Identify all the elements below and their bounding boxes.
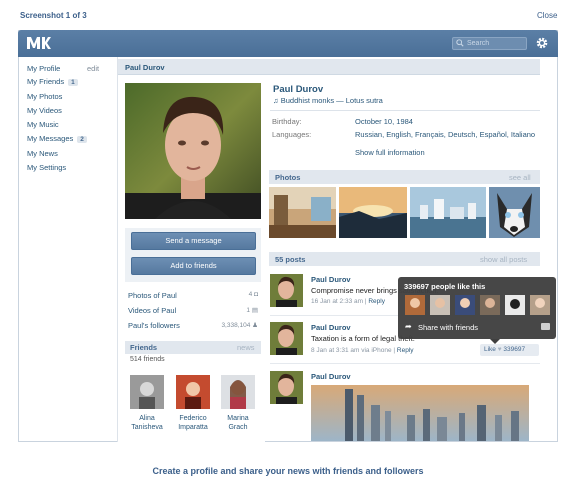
liker-avatar[interactable]	[430, 295, 450, 315]
photos-of-paul-link[interactable]: Photos of Paul 4 ◘	[128, 291, 258, 300]
footer-tagline: Create a profile and share your news wit…	[152, 466, 424, 476]
posts-heading[interactable]: 55 posts	[275, 255, 305, 264]
nav-my-news[interactable]: My News	[27, 149, 58, 158]
nav-my-photos[interactable]: My Photos	[27, 92, 62, 101]
friends-count: 514 friends	[130, 356, 165, 363]
photos-section-header	[269, 170, 540, 184]
photo-thumbnail[interactable]	[269, 187, 336, 238]
messages-badge: 2	[77, 136, 87, 143]
nav-my-settings[interactable]: My Settings	[27, 163, 66, 172]
music-note-icon: ♫	[273, 96, 279, 105]
nav-my-videos[interactable]: My Videos	[27, 106, 62, 115]
post-author-avatar[interactable]	[270, 322, 303, 355]
followers-link[interactable]: Paul's followers 3,338,104 ♟	[128, 321, 258, 330]
show-full-info-link[interactable]: Show full information	[355, 148, 425, 157]
friends-news-link[interactable]: news	[237, 343, 255, 352]
nav-my-profile[interactable]: My Profile	[27, 64, 60, 73]
photos-count: 4 ◘	[248, 291, 258, 298]
post-meta: 8 Jan at 3:31 am via iPhone | Reply	[311, 347, 414, 354]
friend-avatar[interactable]	[176, 375, 210, 409]
nav-edit-link[interactable]: edit	[87, 64, 99, 73]
friend-name[interactable]: Alina Tanisheva	[122, 414, 172, 432]
popup-pointer	[490, 339, 500, 344]
camera-icon: ◘	[254, 291, 258, 298]
profile-header-bar	[266, 59, 540, 75]
profile-name: Paul Durov	[273, 84, 324, 95]
photos-see-all-link[interactable]: see all	[509, 173, 531, 182]
birthday-label: Birthday:	[272, 117, 302, 126]
share-with-friends-link[interactable]: Share with friends	[418, 323, 478, 332]
post-author-avatar[interactable]	[270, 371, 303, 404]
show-all-posts-link[interactable]: show all posts	[480, 255, 527, 264]
videos-of-paul-link[interactable]: Videos of Paul 1 ▤	[128, 306, 258, 315]
likes-popup-title[interactable]: 339697 people like this	[404, 282, 485, 291]
profile-photo[interactable]	[125, 83, 261, 219]
nav-my-messages[interactable]: My Messages 2	[27, 134, 87, 143]
divider	[270, 110, 540, 111]
friend-avatar[interactable]	[221, 375, 255, 409]
screenshot-counter: Screenshot 1 of 3	[20, 11, 87, 20]
photo-thumbnail[interactable]	[410, 187, 486, 238]
reply-link[interactable]: Reply	[397, 347, 414, 354]
people-icon: ♟	[252, 322, 258, 329]
profile-status[interactable]: ♫ Buddhist monks — Lotus sutra	[273, 96, 383, 105]
heart-icon: ♥	[497, 346, 502, 353]
followers-count: 3,338,104 ♟	[221, 322, 258, 329]
add-to-friends-button[interactable]: Add to friends	[131, 257, 256, 275]
gear-icon[interactable]	[535, 36, 549, 50]
post-photo[interactable]	[311, 385, 529, 441]
reply-link[interactable]: Reply	[368, 298, 385, 305]
close-link[interactable]: Close	[537, 11, 557, 20]
divider	[270, 363, 540, 364]
friends-badge: 1	[68, 79, 78, 86]
comment-icon	[541, 323, 550, 330]
nav-my-friends[interactable]: My Friends 1	[27, 77, 78, 86]
share-icon: ➦	[405, 322, 412, 331]
photo-thumbnail[interactable]	[489, 187, 540, 238]
photo-thumbnail[interactable]	[339, 187, 407, 238]
liker-avatar[interactable]	[405, 295, 425, 315]
videos-count: 1 ▤	[246, 307, 258, 314]
film-icon: ▤	[251, 307, 258, 314]
post-meta: 16 Jan at 2:33 am | Reply	[311, 298, 385, 305]
liker-avatar[interactable]	[480, 295, 500, 315]
vk-logo-icon[interactable]	[26, 36, 52, 50]
post-author-name[interactable]: Paul Durov	[311, 372, 351, 381]
languages-value[interactable]: Russian, English, Français, Deutsch, Esp…	[355, 130, 535, 139]
languages-label: Languages:	[272, 130, 312, 139]
post-author-name[interactable]: Paul Durov	[311, 275, 351, 284]
friend-name[interactable]: Federico Imparatta	[168, 414, 218, 432]
profile-name-bar-text: Paul Durov	[125, 63, 165, 72]
friend-avatar[interactable]	[130, 375, 164, 409]
search-icon	[456, 39, 464, 47]
friend-name[interactable]: Marina Grach	[213, 414, 263, 432]
post-author-avatar[interactable]	[270, 274, 303, 307]
liker-avatar[interactable]	[455, 295, 475, 315]
friends-heading[interactable]: Friends	[130, 343, 157, 352]
send-message-button[interactable]: Send a message	[131, 232, 256, 250]
photos-heading[interactable]: Photos	[275, 173, 300, 182]
liker-avatar[interactable]	[505, 295, 525, 315]
post-author-name[interactable]: Paul Durov	[311, 323, 351, 332]
like-button[interactable]: Like ♥ 339697	[480, 344, 539, 356]
nav-my-music[interactable]: My Music	[27, 120, 59, 129]
birthday-value[interactable]: October 10, 1984	[355, 117, 413, 126]
liker-avatar[interactable]	[530, 295, 550, 315]
